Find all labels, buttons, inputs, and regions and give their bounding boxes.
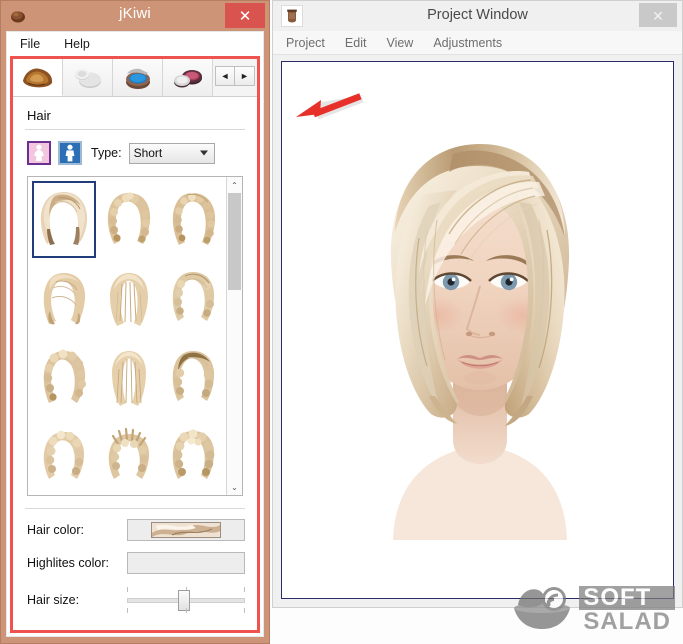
hair-color-row: Hair color: bbox=[27, 519, 245, 541]
menu-item-view[interactable]: View bbox=[386, 36, 413, 50]
jkiwi-close-button[interactable]: ✕ bbox=[225, 3, 265, 28]
hair-style-5[interactable] bbox=[98, 260, 160, 337]
type-label: Type: bbox=[91, 146, 122, 160]
hair-style-10[interactable] bbox=[32, 418, 96, 495]
face-powder-icon bbox=[69, 65, 107, 91]
slider-tick bbox=[244, 608, 245, 613]
gender-male-button[interactable] bbox=[58, 141, 82, 165]
hair-type-value: Short bbox=[134, 146, 163, 160]
tab-next-button[interactable]: ► bbox=[235, 66, 255, 86]
menu-item-edit[interactable]: Edit bbox=[345, 36, 367, 50]
hair-color-label: Hair color: bbox=[27, 523, 127, 537]
highlites-color-swatch-button[interactable] bbox=[127, 552, 245, 574]
slider-tick bbox=[244, 587, 245, 592]
chevron-down-icon bbox=[200, 151, 208, 156]
female-figure-icon bbox=[32, 144, 46, 162]
hair-icon bbox=[19, 64, 57, 90]
menu-item-adjustments[interactable]: Adjustments bbox=[433, 36, 502, 50]
tab-skin[interactable] bbox=[63, 59, 113, 96]
slider-tick bbox=[186, 608, 187, 613]
highlites-color-label: Highlites color: bbox=[27, 556, 127, 570]
gender-female-button[interactable] bbox=[27, 141, 51, 165]
hair-style-7[interactable] bbox=[32, 339, 96, 416]
hair-size-row: Hair size: bbox=[27, 585, 245, 615]
slider-tick bbox=[127, 608, 128, 613]
project-window-close-button[interactable]: ✕ bbox=[639, 3, 677, 27]
highlites-color-row: Highlites color: bbox=[27, 552, 245, 574]
jkiwi-titlebar: jKiwi ✕ bbox=[1, 1, 269, 31]
tab-eyes[interactable] bbox=[113, 59, 163, 96]
canvas-area bbox=[273, 55, 682, 607]
tab-hair[interactable] bbox=[13, 59, 63, 96]
jkiwi-menubar: File Help bbox=[7, 32, 263, 56]
softsalad-watermark: SOFT SALAD bbox=[512, 581, 675, 638]
slider-thumb[interactable] bbox=[178, 590, 190, 611]
hair-style-1[interactable] bbox=[32, 181, 96, 258]
blush-compact-icon bbox=[169, 65, 207, 91]
project-canvas[interactable] bbox=[281, 61, 674, 599]
menu-item-project[interactable]: Project bbox=[286, 36, 325, 50]
male-figure-icon bbox=[63, 144, 77, 162]
menu-item-file[interactable]: File bbox=[17, 35, 43, 53]
jkiwi-window: jKiwi ✕ File Help bbox=[0, 0, 270, 644]
appearance-controls: Hair color: bbox=[13, 509, 257, 626]
hair-panel: Hair bbox=[13, 97, 257, 630]
hair-style-4[interactable] bbox=[32, 260, 96, 337]
jkiwi-content-frame: ◄ ► Hair bbox=[10, 56, 260, 633]
hair-style-2[interactable] bbox=[98, 181, 160, 258]
hair-color-swatch bbox=[151, 522, 221, 538]
type-row: Type: Short bbox=[13, 130, 257, 176]
section-title: Hair bbox=[13, 97, 257, 129]
hair-style-9[interactable] bbox=[162, 339, 224, 416]
hair-size-label: Hair size: bbox=[27, 593, 127, 607]
slider-tick bbox=[127, 587, 128, 592]
tab-makeup[interactable] bbox=[163, 59, 213, 96]
portrait-render bbox=[333, 110, 623, 545]
tool-tabstrip: ◄ ► bbox=[13, 59, 257, 97]
hair-size-slider[interactable] bbox=[127, 585, 245, 615]
watermark-line-2: SALAD bbox=[579, 610, 675, 633]
hair-style-12[interactable] bbox=[162, 418, 224, 495]
screen-root: jKiwi ✕ File Help bbox=[0, 0, 683, 644]
hair-type-select[interactable]: Short bbox=[129, 143, 215, 164]
jkiwi-body: File Help bbox=[6, 31, 264, 637]
hair-thumbnail-list: ⌃ ⌄ bbox=[27, 176, 243, 496]
salad-bowl-icon bbox=[512, 581, 572, 638]
hair-style-8[interactable] bbox=[98, 339, 160, 416]
watermark-text: SOFT SALAD bbox=[579, 586, 675, 632]
scrollbar-thumb[interactable] bbox=[228, 193, 241, 290]
watermark-line-1: SOFT bbox=[579, 586, 675, 609]
project-window: Project Window ✕ Project Edit View Adjus… bbox=[272, 0, 683, 608]
tab-prev-button[interactable]: ◄ bbox=[215, 66, 235, 86]
hair-thumbnail-grid bbox=[28, 177, 226, 495]
blue-eyeshadow-icon bbox=[119, 65, 157, 91]
thumbnail-scrollbar[interactable]: ⌃ ⌄ bbox=[226, 177, 242, 495]
hair-style-3[interactable] bbox=[162, 181, 224, 258]
tabstrip-nav: ◄ ► bbox=[215, 66, 255, 86]
hair-style-11[interactable] bbox=[98, 418, 160, 495]
scroll-down-button[interactable]: ⌄ bbox=[227, 479, 242, 495]
project-window-titlebar: Project Window ✕ bbox=[273, 1, 682, 31]
hair-color-swatch-button[interactable] bbox=[127, 519, 245, 541]
project-window-title: Project Window bbox=[273, 7, 682, 23]
scrollbar-track[interactable] bbox=[227, 193, 242, 479]
hair-style-6[interactable] bbox=[162, 260, 224, 337]
menu-item-help[interactable]: Help bbox=[61, 35, 93, 53]
scroll-up-button[interactable]: ⌃ bbox=[227, 177, 242, 193]
project-window-menubar: Project Edit View Adjustments bbox=[273, 31, 682, 55]
